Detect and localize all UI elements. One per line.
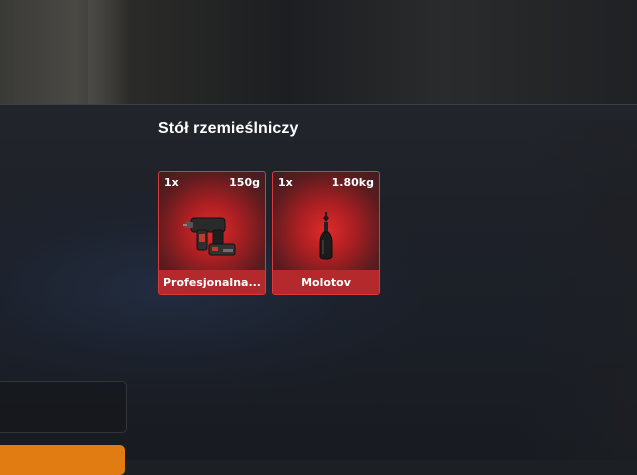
amount-input[interactable] — [0, 381, 127, 433]
panel-divider — [0, 104, 637, 105]
item-weight: 1.80kg — [331, 176, 374, 189]
item-quantity: 1x — [164, 176, 179, 189]
item-name-label: Profesjonalna... — [159, 270, 265, 294]
inventory-slot-1[interactable]: 1x 150g Profesjonalna... — [158, 171, 266, 295]
item-quantity: 1x — [278, 176, 293, 189]
item-name-label: Molotov — [273, 270, 379, 294]
item-weight: 150g — [229, 176, 260, 189]
item-name: Profesjonalna... — [163, 275, 261, 289]
hammer-drill-icon — [159, 202, 265, 268]
item-name: Molotov — [301, 275, 351, 289]
craft-button[interactable] — [0, 445, 125, 475]
inventory-slot-2[interactable]: 1x 1.80kg Molotov — [272, 171, 380, 295]
molotov-bottle-icon — [273, 202, 379, 268]
crafting-table-title: Stół rzemieślniczy — [158, 120, 299, 137]
